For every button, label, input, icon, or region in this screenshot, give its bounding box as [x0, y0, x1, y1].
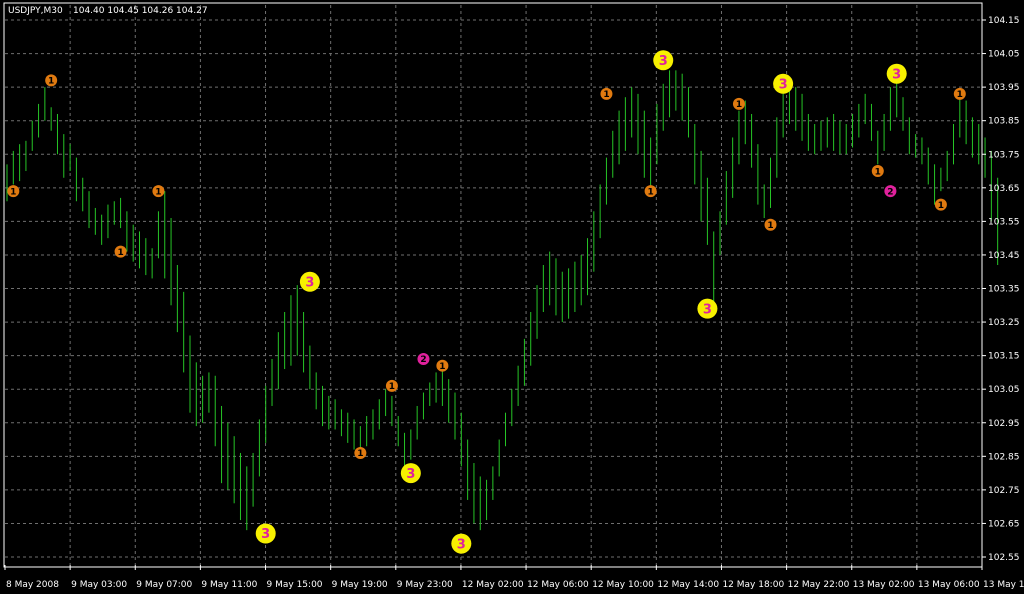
pattern-marker-label: 3 [779, 77, 788, 92]
chart-symbol-label: USDJPY,M30 [8, 6, 63, 16]
time-tick-label: 9 May 11:00 [201, 580, 257, 590]
time-tick-label: 12 May 18:00 [722, 580, 784, 590]
pattern-marker-label: 3 [457, 537, 466, 552]
pattern-marker-label: 2 [420, 355, 426, 365]
pattern-marker-label: 1 [603, 90, 609, 100]
price-tick-label: 103.25 [988, 318, 1020, 328]
price-tick-label: 103.75 [988, 150, 1020, 160]
time-tick-label: 9 May 03:00 [71, 580, 127, 590]
chart-background [0, 0, 1024, 594]
time-tick-label: 12 May 10:00 [592, 580, 654, 590]
price-tick-label: 104.15 [988, 16, 1020, 26]
price-tick-label: 103.15 [988, 352, 1020, 362]
pattern-marker-label: 1 [875, 167, 881, 177]
price-tick-label: 102.55 [988, 553, 1020, 563]
pattern-marker-label: 3 [892, 67, 901, 82]
pattern-marker-label: 3 [261, 527, 270, 542]
time-tick-label: 13 May 10:00 [983, 580, 1024, 590]
pattern-marker-label: 3 [659, 54, 668, 69]
pattern-marker-label: 3 [406, 467, 415, 482]
pattern-marker-label: 1 [439, 362, 445, 372]
price-tick-label: 104.05 [988, 50, 1020, 60]
price-tick-label: 102.65 [988, 519, 1020, 529]
pattern-marker-label: 1 [117, 248, 123, 258]
price-tick-label: 103.85 [988, 117, 1020, 127]
time-tick-label: 13 May 06:00 [918, 580, 980, 590]
time-tick-label: 9 May 15:00 [267, 580, 323, 590]
pattern-marker-label: 1 [155, 187, 161, 197]
pattern-marker-label: 1 [647, 187, 653, 197]
price-tick-label: 102.95 [988, 419, 1020, 429]
pattern-marker-label: 1 [389, 382, 395, 392]
time-tick-label: 9 May 19:00 [332, 580, 388, 590]
time-tick-label: 9 May 07:00 [136, 580, 192, 590]
time-tick-label: 12 May 02:00 [462, 580, 524, 590]
time-tick-label: 8 May 2008 [6, 580, 59, 590]
price-chart[interactable]: 111111111111112233333333 104.15104.05103… [0, 0, 1024, 594]
price-tick-label: 103.95 [988, 83, 1020, 93]
time-tick-label: 12 May 06:00 [527, 580, 589, 590]
chart-ohlc-readout: 104.40 104.45 104.26 104.27 [73, 6, 208, 16]
price-tick-label: 103.35 [988, 285, 1020, 295]
pattern-marker-label: 1 [767, 221, 773, 231]
pattern-marker-label: 3 [703, 302, 712, 317]
pattern-marker-label: 2 [887, 187, 893, 197]
pattern-marker-label: 1 [736, 100, 742, 110]
pattern-marker-label: 1 [357, 449, 363, 459]
time-tick-label: 12 May 22:00 [788, 580, 850, 590]
price-tick-label: 103.65 [988, 184, 1020, 194]
price-tick-label: 103.45 [988, 251, 1020, 261]
price-tick-label: 103.55 [988, 217, 1020, 227]
time-tick-label: 13 May 02:00 [853, 580, 915, 590]
price-tick-label: 103.05 [988, 385, 1020, 395]
pattern-marker-label: 1 [938, 201, 944, 211]
price-tick-label: 102.85 [988, 452, 1020, 462]
price-tick-label: 102.75 [988, 486, 1020, 496]
time-tick-label: 12 May 14:00 [657, 580, 719, 590]
pattern-marker-label: 1 [957, 90, 963, 100]
pattern-marker-label: 1 [48, 77, 54, 87]
time-tick-label: 9 May 23:00 [397, 580, 453, 590]
pattern-marker-label: 3 [305, 275, 314, 290]
pattern-marker-label: 1 [10, 187, 16, 197]
